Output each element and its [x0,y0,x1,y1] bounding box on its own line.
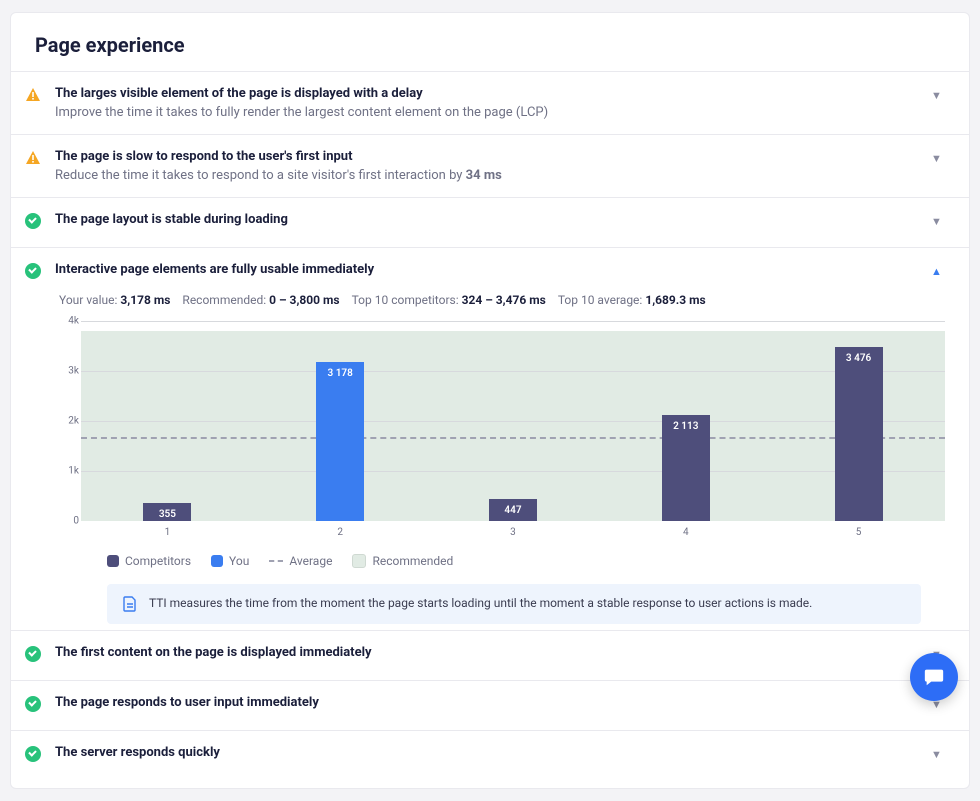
y-tick-label: 0 [73,516,79,527]
issue-row[interactable]: The page responds to user input immediat… [11,680,969,730]
y-tick-label: 1k [68,466,79,477]
check-icon [25,263,43,283]
bar-column: 3 178 [254,321,427,521]
issue-row[interactable]: The page is slow to respond to the user'… [11,134,969,197]
x-axis-labels: 12345 [81,527,945,538]
x-tick-label: 5 [772,527,945,538]
issue-subtitle: Improve the time it takes to fully rende… [55,105,919,120]
legend-average: Average [269,554,332,568]
bar-value-label: 3 178 [328,368,353,379]
info-note: TTI measures the time from the moment th… [107,584,921,624]
issue-row[interactable]: The page layout is stable during loading… [11,197,969,247]
chat-button[interactable] [910,653,958,701]
chevron-down-icon: ▼ [931,86,945,102]
bar-column: 447 [427,321,600,521]
check-icon [25,213,43,233]
bars-container: 355 3 178 447 2 113 3 476 [81,321,945,521]
y-tick-label: 3k [68,366,79,377]
x-tick-label: 1 [81,527,254,538]
issue-title: The larges visible element of the page i… [55,86,919,101]
info-note-text: TTI measures the time from the moment th… [149,596,812,610]
bar-you: 3 178 [316,362,364,521]
bar-value-label: 3 476 [846,353,871,364]
issue-title: The page responds to user input immediat… [55,695,919,710]
bar-column: 3 476 [772,321,945,521]
chevron-down-icon: ▼ [931,212,945,228]
issue-row-expanded[interactable]: Interactive page elements are fully usab… [11,247,969,297]
x-tick-label: 2 [254,527,427,538]
warning-icon [25,87,43,107]
x-tick-label: 3 [427,527,600,538]
bar-value-label: 2 113 [673,421,698,432]
issue-row[interactable]: The larges visible element of the page i… [11,71,969,134]
bar-column: 355 [81,321,254,521]
issue-title: The server responds quickly [55,745,919,760]
chart-area: 0 1k 2k 3k 4k 355 3 178 447 2 113 3 476 12345 Co… [11,317,969,624]
check-icon [25,746,43,766]
chevron-down-icon: ▼ [931,149,945,165]
bar-competitor: 3 476 [835,347,883,521]
y-tick-label: 4k [68,316,79,327]
bar-value-label: 447 [504,505,521,516]
chevron-down-icon: ▼ [931,745,945,761]
bar-column: 2 113 [599,321,772,521]
page-experience-card: Page experience The larges visible eleme… [10,12,970,789]
check-icon [25,696,43,716]
issue-title: The page is slow to respond to the user'… [55,149,919,164]
bar-competitor: 447 [489,499,537,521]
issue-row[interactable]: The server responds quickly ▼ [11,730,969,780]
chat-icon [923,666,945,688]
document-icon [123,596,137,612]
page-title: Page experience [11,13,969,71]
issue-subtitle: Reduce the time it takes to respond to a… [55,168,919,183]
y-axis-labels: 01k2k3k4k [55,321,79,521]
chart-legend: Competitors You Average Recommended [107,554,945,568]
legend-you: You [211,554,249,568]
legend-recommended: Recommended [352,554,453,568]
issue-title: The first content on the page is display… [55,645,919,660]
legend-competitors: Competitors [107,554,191,568]
issue-title: Interactive page elements are fully usab… [55,262,919,277]
warning-icon [25,150,43,170]
issue-title: The page layout is stable during loading [55,212,919,227]
issue-row[interactable]: The first content on the page is display… [11,630,969,680]
bar-competitor: 355 [143,503,191,521]
x-tick-label: 4 [599,527,772,538]
check-icon [25,646,43,666]
y-tick-label: 2k [68,416,79,427]
bar-competitor: 2 113 [662,415,710,521]
bar-value-label: 355 [159,509,176,520]
chevron-up-icon: ▲ [931,262,945,278]
